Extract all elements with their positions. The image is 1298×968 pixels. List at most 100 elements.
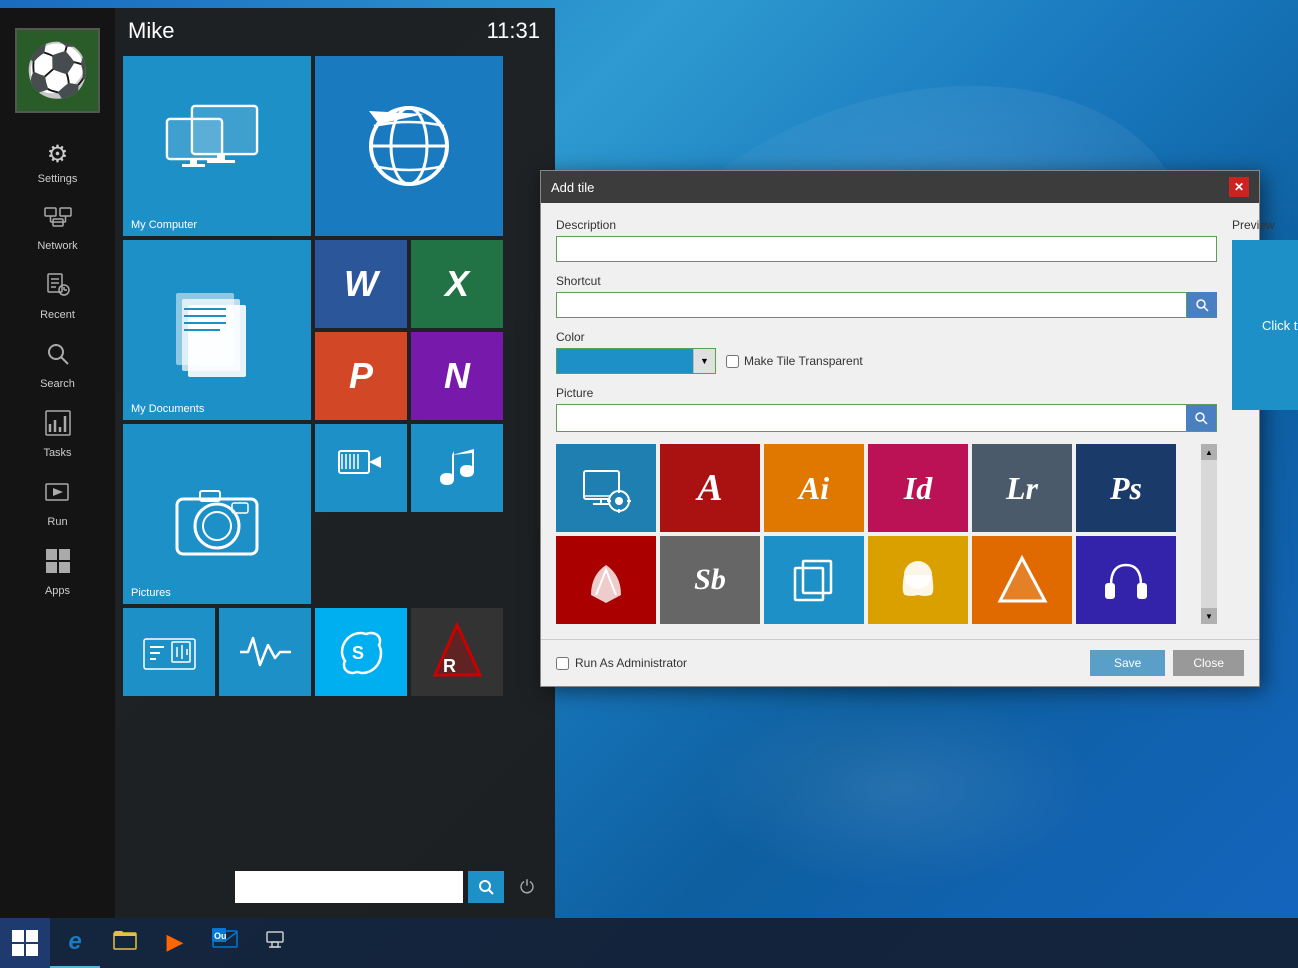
start-button[interactable] [0, 918, 50, 968]
icon-grid: A Ai Id [556, 444, 1196, 624]
transparent-label: Make Tile Transparent [744, 354, 863, 368]
preview-click-text: Click to select a Picture [1262, 318, 1298, 333]
tile-excel[interactable]: X [411, 240, 503, 328]
description-input[interactable] [556, 236, 1217, 262]
taskbar-item-explorer[interactable] [100, 918, 150, 968]
dialog-close-button[interactable]: ✕ [1229, 177, 1249, 197]
picture-group: Picture [556, 386, 1217, 432]
tile-clock[interactable] [123, 608, 215, 696]
icon-cell-soundbooth[interactable]: Sb [660, 536, 760, 624]
tile-word[interactable]: W [315, 240, 407, 328]
taskbar-item-media[interactable]: ▶ [150, 918, 200, 968]
shortcut-input[interactable] [556, 292, 1187, 318]
tile-internet-explorer[interactable] [315, 56, 503, 236]
settings-label: Settings [38, 173, 78, 185]
sidebar-item-search[interactable]: Search [0, 329, 115, 398]
icon-grid-container: A Ai Id [556, 444, 1217, 624]
icon-scrollbar: ▲ ▼ [1201, 444, 1217, 624]
taskbar-media-icon: ▶ [167, 929, 184, 955]
power-button[interactable]: ⏻ [509, 871, 545, 903]
shortcut-label: Shortcut [556, 274, 1217, 288]
icon-cell-artrage[interactable] [972, 536, 1072, 624]
picture-browse-button[interactable] [1186, 405, 1216, 431]
sidebar-item-network[interactable]: Network [0, 193, 115, 260]
sidebar-item-tasks[interactable]: Tasks [0, 398, 115, 467]
taskbar-item-outlook[interactable]: Ou [200, 918, 250, 968]
icon-cell-lightroom[interactable]: Lr [972, 444, 1072, 532]
icon-cell-acrobat[interactable]: A [660, 444, 760, 532]
apps-label: Apps [45, 585, 70, 597]
start-menu: ⚽ ⚙ Settings [0, 8, 555, 918]
time-display: 11:31 [487, 18, 540, 44]
shortcut-group: Shortcut [556, 274, 1217, 318]
tile-my-documents[interactable]: My Documents [123, 240, 311, 420]
dialog-right: Preview Click to select a Picture [1232, 218, 1298, 624]
scroll-track [1201, 460, 1217, 608]
dialog-title: Add tile [551, 180, 594, 195]
sidebar: ⚽ ⚙ Settings [0, 8, 115, 918]
sidebar-item-settings[interactable]: ⚙ Settings [0, 128, 115, 193]
sidebar-item-run[interactable]: Run [0, 467, 115, 536]
scroll-up-button[interactable]: ▲ [1201, 444, 1217, 460]
desktop: ⚽ ⚙ Settings [0, 0, 1298, 968]
icon-cell-illustrator[interactable]: Ai [764, 444, 864, 532]
icon-cell-snapchat[interactable] [868, 536, 968, 624]
color-dropdown-arrow[interactable]: ▼ [693, 349, 715, 373]
tile-row-3: Pictures [123, 424, 547, 604]
tile-video[interactable] [315, 424, 407, 512]
preview-label: Preview [1232, 218, 1298, 232]
icon-cell-settings[interactable] [556, 444, 656, 532]
tile-my-computer[interactable]: My Computer [123, 56, 311, 236]
tile-my-documents-label: My Documents [131, 403, 204, 415]
close-button[interactable]: Close [1173, 650, 1244, 676]
search-button[interactable] [468, 871, 504, 903]
picture-input-wrapper [556, 404, 1217, 432]
tile-health[interactable] [219, 608, 311, 696]
preview-box[interactable]: Click to select a Picture [1232, 240, 1298, 410]
transparent-check-label: Make Tile Transparent [726, 354, 863, 368]
dialog-form: Description Shortcut [556, 218, 1244, 624]
run-label: Run [47, 516, 67, 528]
color-swatch [557, 349, 693, 373]
svg-text:Ou: Ou [214, 931, 227, 941]
search-label: Search [40, 378, 75, 390]
tile-revo[interactable]: R [411, 608, 503, 696]
recent-icon [45, 272, 71, 305]
save-button[interactable]: Save [1090, 650, 1165, 676]
tile-powerpoint[interactable]: P [315, 332, 407, 420]
icon-cell-indesign[interactable]: Id [868, 444, 968, 532]
search-bar: ⏻ [235, 871, 545, 903]
shortcut-browse-button[interactable] [1187, 292, 1217, 318]
sidebar-items: ⚙ Settings Network [0, 128, 115, 605]
tile-row-1: My Computer [123, 56, 547, 236]
icon-cell-acrobat2[interactable] [556, 536, 656, 624]
user-name: Mike [123, 18, 174, 43]
scroll-down-button[interactable]: ▼ [1201, 608, 1217, 624]
run-as-admin-checkbox[interactable] [556, 657, 569, 670]
dialog-body: Description Shortcut [541, 203, 1259, 639]
tile-onenote[interactable]: N [411, 332, 503, 420]
user-avatar[interactable]: ⚽ [15, 28, 100, 113]
tile-row-4: S R [123, 608, 547, 696]
transparent-checkbox[interactable] [726, 355, 739, 368]
sidebar-item-apps[interactable]: Apps [0, 536, 115, 605]
icon-cell-copy[interactable] [764, 536, 864, 624]
tile-skype[interactable]: S [315, 608, 407, 696]
network-label: Network [37, 240, 77, 252]
recent-label: Recent [40, 309, 75, 321]
icon-cell-photoshop[interactable]: Ps [1076, 444, 1176, 532]
taskbar-item-ie[interactable]: e [50, 918, 100, 968]
dialog-buttons: Save Close [1090, 650, 1244, 676]
sidebar-item-recent[interactable]: Recent [0, 260, 115, 329]
picture-input[interactable] [557, 405, 1186, 431]
tile-music[interactable] [411, 424, 503, 512]
color-label: Color [556, 330, 1217, 344]
tile-my-computer-label: My Computer [131, 219, 197, 231]
icon-cell-headphones[interactable] [1076, 536, 1176, 624]
color-select-wrapper: ▼ [556, 348, 716, 374]
taskbar-item-network[interactable] [250, 918, 300, 968]
tile-pictures[interactable]: Pictures [123, 424, 311, 604]
search-input[interactable] [235, 871, 463, 903]
svg-text:R: R [443, 656, 456, 676]
color-row: ▼ Make Tile Transparent [556, 348, 1217, 374]
